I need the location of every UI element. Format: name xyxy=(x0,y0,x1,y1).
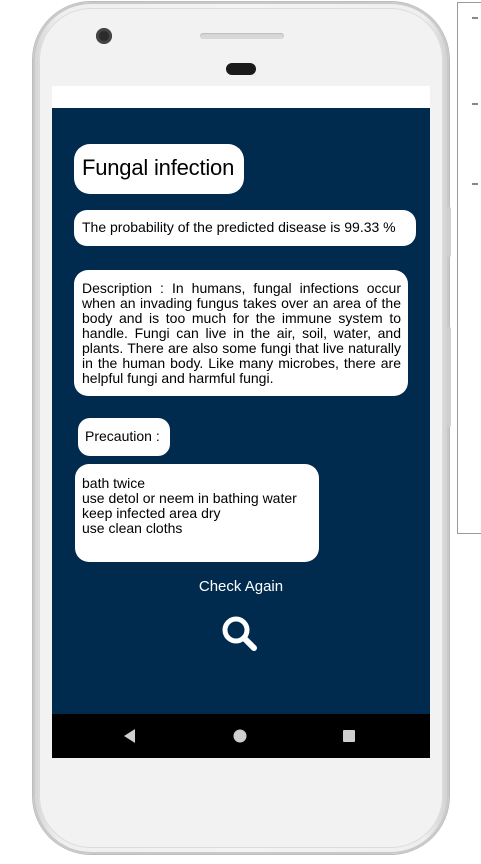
probability-text: The probability of the predicted disease… xyxy=(82,219,396,235)
side-panel-mark xyxy=(472,103,478,105)
precaution-label: Precaution : xyxy=(85,428,160,444)
disease-title-card: Fungal infection xyxy=(74,144,244,194)
disease-name: Fungal infection xyxy=(82,155,235,180)
front-camera xyxy=(96,28,112,44)
description-card: Description : In humans, fungal infectio… xyxy=(74,270,408,396)
home-circle-icon xyxy=(233,729,247,743)
result-screen: Fungal infection The probability of the … xyxy=(52,108,430,714)
side-panel-mark xyxy=(472,17,478,19)
precaution-item: bath twice xyxy=(82,475,146,491)
phone-screen: Fungal infection The probability of the … xyxy=(52,86,430,758)
proximity-sensor xyxy=(226,63,256,75)
precaution-label-card: Precaution : xyxy=(78,418,170,456)
precaution-item: use clean cloths xyxy=(82,520,183,536)
precaution-list-card: bath twice use detol or neem in bathing … xyxy=(75,464,319,562)
system-navigation-bar xyxy=(52,714,430,758)
home-button[interactable] xyxy=(230,726,250,746)
device-frame-stage: Fungal infection The probability of the … xyxy=(0,0,481,864)
side-panel xyxy=(457,2,481,534)
search-icon xyxy=(222,616,257,651)
check-again-button[interactable] xyxy=(220,614,260,654)
side-panel-mark xyxy=(472,183,478,185)
precaution-item: keep infected area dry xyxy=(82,505,221,521)
probability-card: The probability of the predicted disease… xyxy=(74,210,416,246)
earpiece-speaker xyxy=(200,33,284,39)
status-bar xyxy=(52,86,430,108)
description-text: Description : In humans, fungal infectio… xyxy=(82,280,401,386)
recents-button[interactable] xyxy=(339,726,359,746)
back-triangle-icon xyxy=(124,729,135,743)
recents-square-icon xyxy=(343,730,355,742)
power-button xyxy=(447,327,451,427)
check-again-label[interactable]: Check Again xyxy=(52,578,430,595)
volume-button xyxy=(447,207,451,257)
precaution-item: use detol or neem in bathing water xyxy=(82,490,297,506)
back-button[interactable] xyxy=(120,726,140,746)
